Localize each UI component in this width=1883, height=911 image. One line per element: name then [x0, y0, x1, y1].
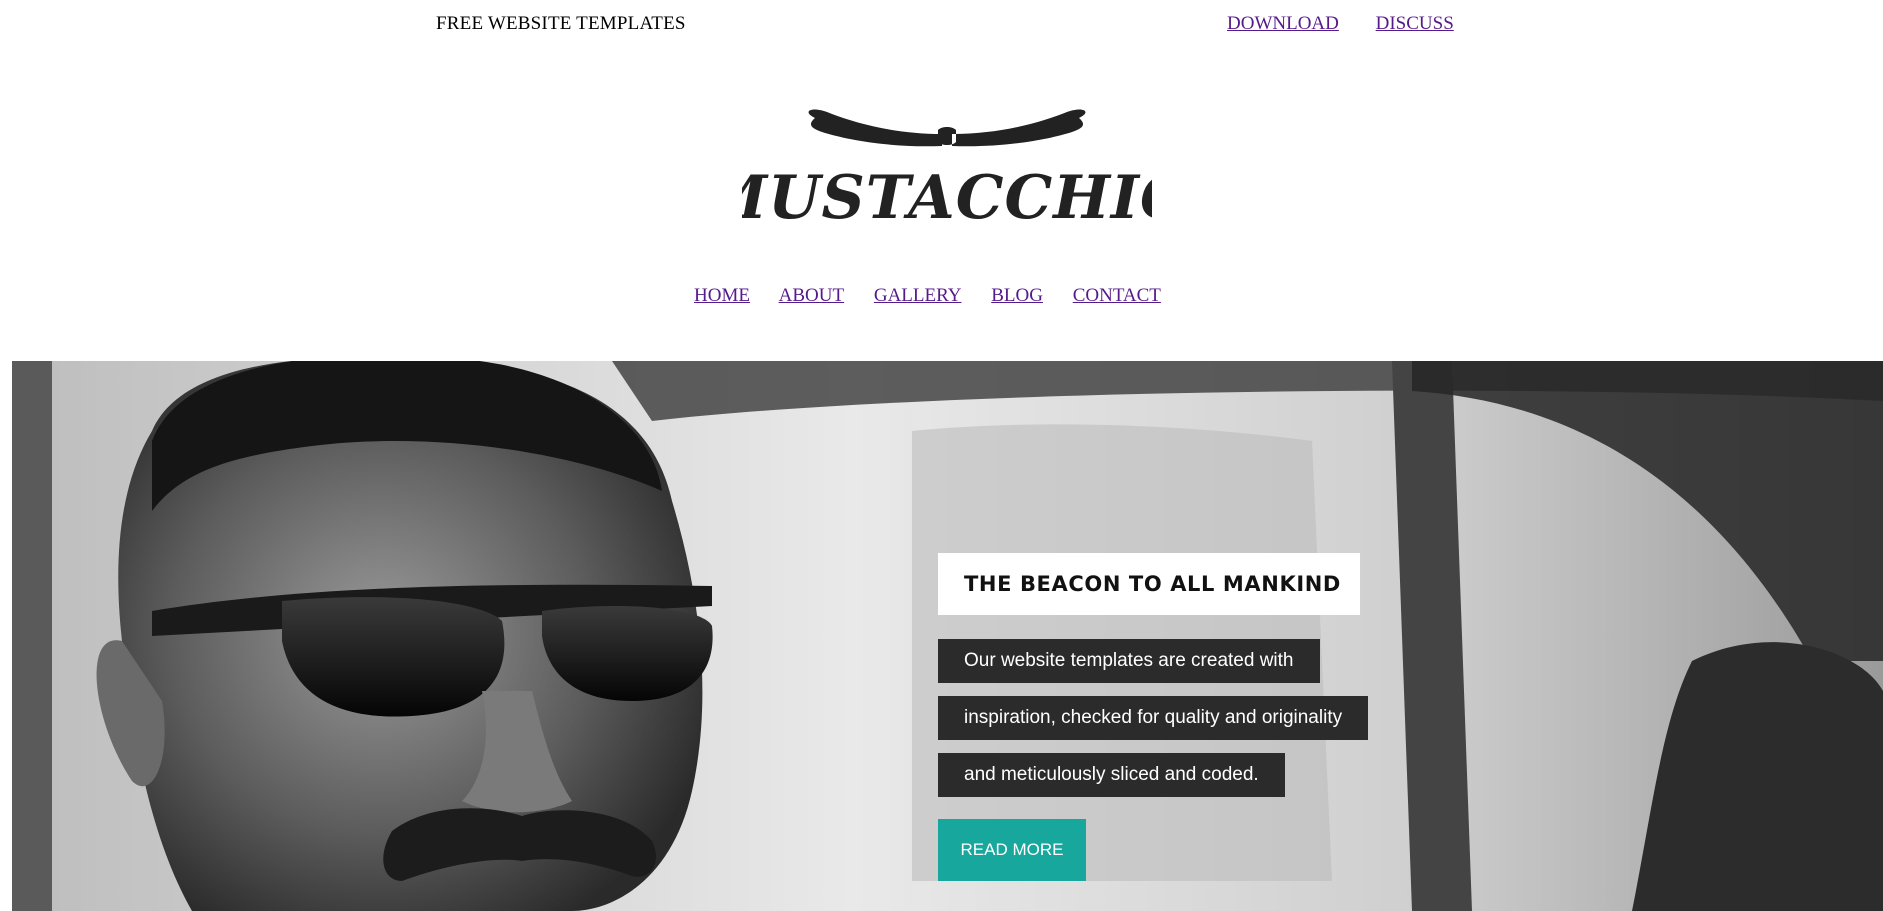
logo-text: MUSTACCHIO — [742, 163, 1152, 233]
nav-contact[interactable]: CONTACT — [1073, 285, 1161, 306]
hero-text-line: inspiration, checked for quality and ori… — [938, 696, 1369, 740]
nav-blog[interactable]: BLOG — [991, 285, 1043, 306]
hero-heading-box: THE BEACON TO ALL MANKIND — [938, 553, 1360, 615]
download-link[interactable]: DOWNLOAD — [1227, 13, 1339, 34]
mustache-icon — [808, 109, 1086, 147]
hero-heading: THE BEACON TO ALL MANKIND — [964, 572, 1341, 596]
main-nav: HOME ABOUT GALLERY BLOG CONTACT — [694, 285, 1186, 307]
hero-text-line: and meticulously sliced and coded. — [938, 753, 1285, 797]
nav-home[interactable]: HOME — [694, 285, 750, 306]
hero-text-line: Our website templates are created with — [938, 639, 1320, 683]
site-title: FREE WEBSITE TEMPLATES — [436, 13, 686, 34]
discuss-link[interactable]: DISCUSS — [1376, 13, 1454, 34]
hero-banner: THE BEACON TO ALL MANKIND Our website te… — [12, 361, 1883, 911]
topbar-links: DOWNLOAD DISCUSS — [1227, 13, 1486, 35]
read-more-button[interactable]: READ MORE — [938, 819, 1086, 881]
nav-gallery[interactable]: GALLERY — [874, 285, 962, 306]
mustacchio-logo[interactable]: MUSTACCHIO — [742, 108, 1152, 233]
nav-about[interactable]: ABOUT — [779, 285, 844, 306]
